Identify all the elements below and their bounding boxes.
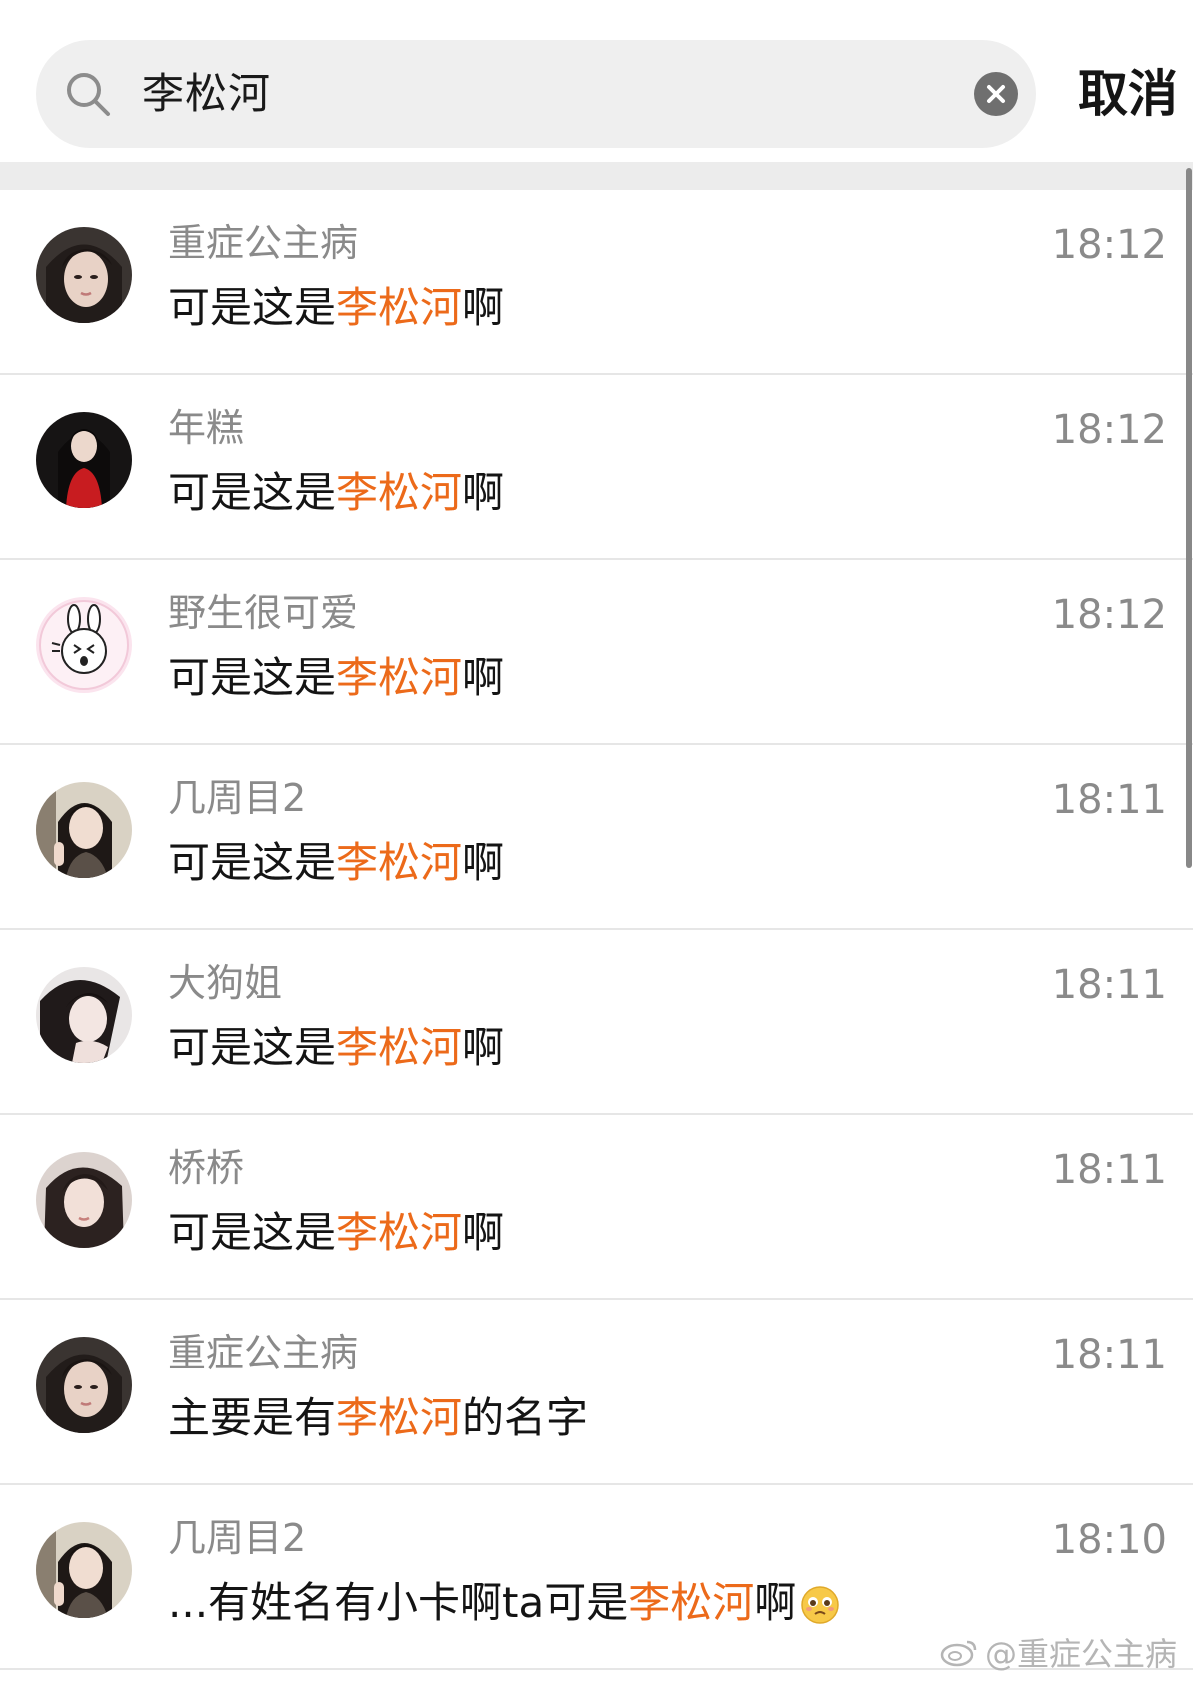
message-preview: 可是这是李松河啊 [168, 650, 504, 706]
sender-name: 年糕 [168, 406, 245, 450]
message-time: 18:11 [1051, 1147, 1167, 1193]
result-row[interactable]: 野生很可爱 18:12 可是这是李松河啊 [0, 560, 1193, 745]
message-time: 18:12 [1051, 407, 1167, 453]
message-time: 18:11 [1051, 777, 1167, 823]
keyword-highlight: 李松河 [628, 1578, 755, 1627]
result-row[interactable]: 重症公主病 18:11 主要是有李松河的名字 [0, 1300, 1193, 1485]
avatar-photo-icon[interactable] [36, 412, 132, 508]
message-text: 的名字 [462, 1393, 589, 1442]
cancel-button[interactable]: 取消 [1078, 40, 1178, 148]
message-text: 啊 [462, 1023, 505, 1072]
sender-name: 几周目2 [168, 776, 307, 820]
message-text: 可是这是 [168, 653, 337, 702]
avatar-photo-icon[interactable] [36, 1522, 132, 1618]
message-preview: ...有姓名有小卡啊ta可是李松河啊 [168, 1575, 840, 1631]
result-row[interactable]: 大狗姐 18:11 可是这是李松河啊 [0, 930, 1193, 1115]
weibo-watermark: @重症公主病 [939, 1629, 1177, 1675]
avatar-photo-icon[interactable] [36, 1152, 132, 1248]
sender-name: 桥桥 [168, 1146, 245, 1190]
message-preview: 主要是有李松河的名字 [168, 1390, 588, 1446]
message-preview: 可是这是李松河啊 [168, 835, 504, 891]
message-text: 啊 [462, 838, 505, 887]
keyword-highlight: 李松河 [336, 468, 463, 517]
search-header: 李松河 取消 [0, 0, 1193, 162]
sender-name: 重症公主病 [168, 1331, 359, 1375]
message-time: 18:12 [1051, 592, 1167, 638]
message-text: 可是这是 [168, 283, 337, 332]
message-text: 可是这是 [168, 1208, 337, 1257]
watermark-text: @重症公主病 [984, 1635, 1177, 1673]
message-preview: 可是这是李松河啊 [168, 465, 504, 521]
message-preview: 可是这是李松河啊 [168, 1205, 504, 1261]
section-divider [0, 162, 1193, 190]
avatar-photo-icon[interactable] [36, 967, 132, 1063]
message-text: ...有姓名有小卡啊ta可是 [168, 1578, 629, 1627]
search-input[interactable]: 李松河 [36, 40, 1036, 148]
message-time: 18:12 [1051, 222, 1167, 268]
sender-name: 几周目2 [168, 1516, 307, 1560]
message-text: 可是这是 [168, 838, 337, 887]
sender-name: 大狗姐 [168, 961, 283, 1005]
message-text: 啊 [462, 1208, 505, 1257]
result-row[interactable]: 桥桥 18:11 可是这是李松河啊 [0, 1115, 1193, 1300]
message-preview: 可是这是李松河啊 [168, 1020, 504, 1076]
keyword-highlight: 李松河 [336, 1023, 463, 1072]
message-time: 18:11 [1051, 962, 1167, 1008]
message-text: 啊 [462, 653, 505, 702]
search-query-text[interactable]: 李松河 [142, 40, 271, 148]
keyword-highlight: 李松河 [336, 1208, 463, 1257]
search-result-list: 重症公主病 18:12 可是这是李松河啊 年糕 18:12 可是这是李松河啊 野… [0, 190, 1193, 1670]
scrollbar[interactable] [1186, 168, 1192, 868]
search-icon [67, 73, 110, 116]
message-preview: 可是这是李松河啊 [168, 280, 504, 336]
message-text: 可是这是 [168, 468, 337, 517]
message-text: 啊 [754, 1578, 797, 1627]
keyword-highlight: 李松河 [336, 653, 463, 702]
message-text: 主要是有 [168, 1393, 337, 1442]
message-text: 可是这是 [168, 1023, 337, 1072]
avatar-photo-icon[interactable] [36, 782, 132, 878]
result-row[interactable]: 几周目2 18:11 可是这是李松河啊 [0, 745, 1193, 930]
sender-name: 野生很可爱 [168, 591, 359, 635]
message-time: 18:10 [1051, 1517, 1167, 1563]
sender-name: 重症公主病 [168, 221, 359, 265]
keyword-highlight: 李松河 [336, 838, 463, 887]
result-row[interactable]: 年糕 18:12 可是这是李松河啊 [0, 375, 1193, 560]
keyword-highlight: 李松河 [336, 1393, 463, 1442]
avatar-photo-icon[interactable] [36, 1337, 132, 1433]
keyword-highlight: 李松河 [336, 283, 463, 332]
message-text: 啊 [462, 283, 505, 332]
result-row[interactable]: 重症公主病 18:12 可是这是李松河啊 [0, 190, 1193, 375]
pleading-face-icon [801, 1586, 840, 1624]
clear-icon[interactable] [974, 72, 1018, 116]
avatar-photo-icon[interactable] [36, 227, 132, 323]
bunny-avatar-icon[interactable] [36, 597, 132, 693]
message-time: 18:11 [1051, 1332, 1167, 1378]
weibo-logo-icon [940, 1640, 977, 1667]
message-text: 啊 [462, 468, 505, 517]
